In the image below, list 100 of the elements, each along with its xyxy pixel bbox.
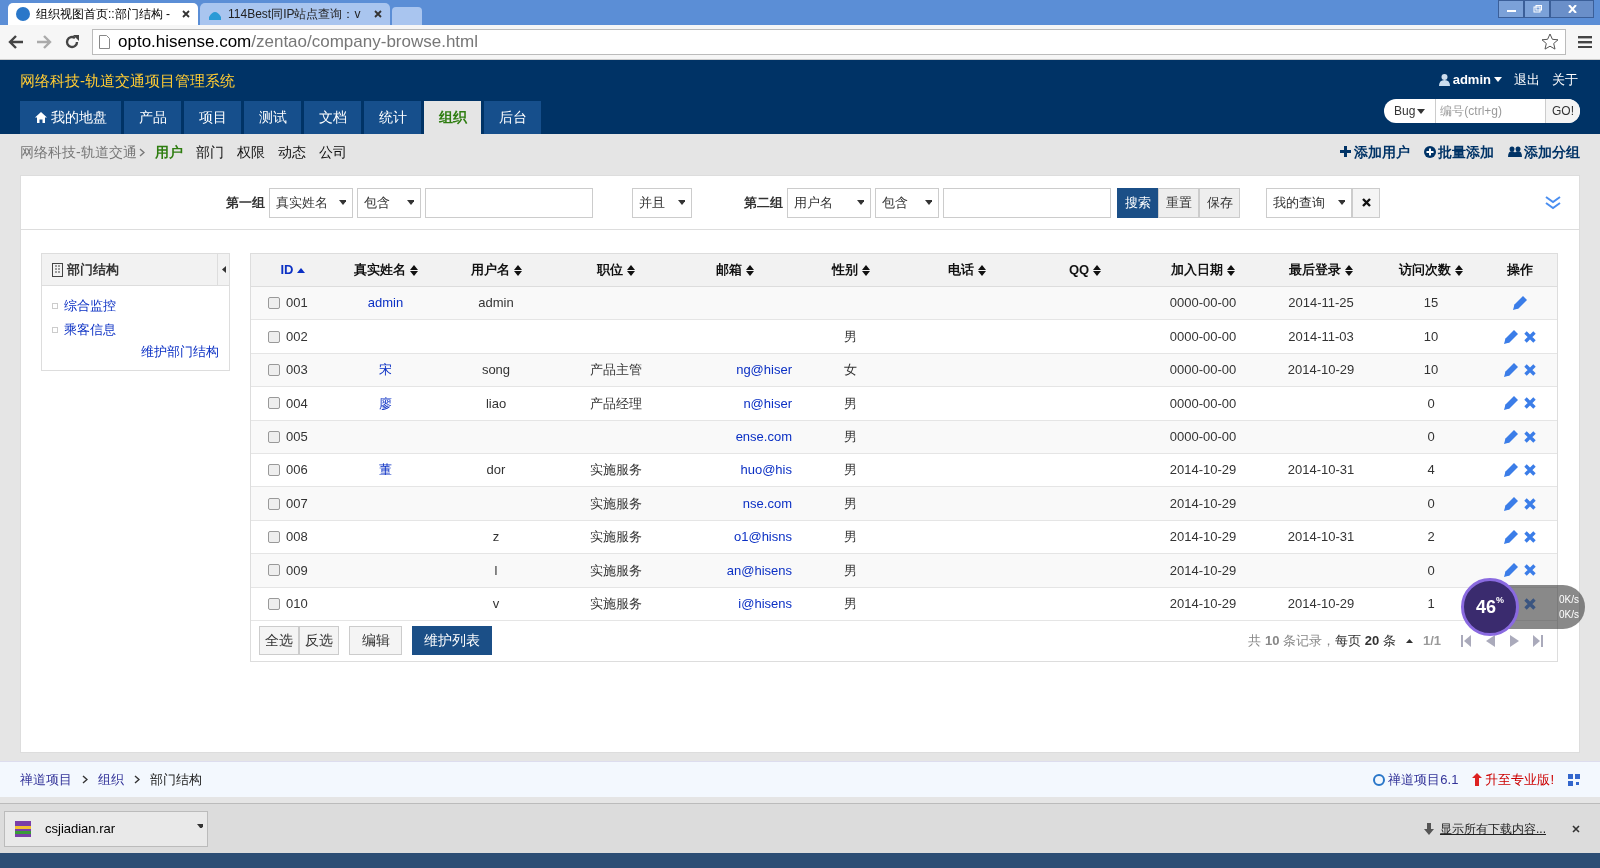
table-button[interactable]: 维护列表 (412, 626, 492, 656)
subnav-link[interactable]: 用户 (154, 141, 183, 163)
name-link[interactable]: admin (367, 295, 404, 311)
column-header[interactable]: 访问次数 (1399, 260, 1463, 280)
header-link[interactable]: 退出 (1514, 70, 1540, 90)
column-header: 操作 (1506, 261, 1533, 280)
nav-tab[interactable]: 项目 (184, 101, 241, 134)
column-header[interactable]: QQ (1068, 260, 1102, 280)
clear-button[interactable] (1352, 187, 1380, 218)
upgrade-link[interactable]: 升至专业版! (1472, 769, 1554, 790)
email-link[interactable]: an@hisens (726, 562, 794, 578)
browser-tab[interactable]: 114Best同IP站点查询：v (200, 3, 390, 25)
email-link[interactable]: ng@hiser (736, 362, 794, 378)
table-button[interactable]: 编辑 (349, 626, 402, 656)
nav-tab[interactable]: 我的地盘 (20, 101, 121, 134)
action-link[interactable]: 添加用户 (1340, 141, 1410, 163)
breadcrumb-root: 网络科技-轨道交通 (20, 142, 137, 162)
subnav-link[interactable]: 动态 (277, 141, 306, 163)
filter-button[interactable]: 保存 (1199, 187, 1240, 218)
column-header[interactable]: 用户名 (470, 260, 522, 280)
column-header[interactable]: ID (280, 260, 305, 280)
table-button[interactable]: 全选 (259, 626, 299, 656)
download-item[interactable]: csjiadian.rar (4, 810, 208, 847)
subnav-link[interactable]: 部门 (195, 141, 224, 163)
restore-button[interactable] (1524, 0, 1550, 18)
checkbox[interactable] (268, 497, 280, 510)
email-link[interactable]: n@hiser (743, 395, 794, 411)
select-field[interactable]: 包含 (357, 187, 421, 218)
column-header[interactable]: 邮箱 (716, 260, 754, 280)
select-field[interactable]: 我的查询 (1266, 187, 1352, 218)
header-link[interactable]: 关于 (1552, 70, 1578, 90)
select-field[interactable]: 真实姓名 (269, 187, 353, 218)
table-cell: v (492, 595, 500, 611)
reload-icon (64, 34, 80, 50)
email-link[interactable]: o1@hisns (734, 529, 794, 545)
checkbox[interactable] (268, 430, 280, 443)
column-header[interactable]: 性别 (831, 260, 870, 280)
email-link[interactable]: huo@his (740, 462, 794, 478)
name-link[interactable]: 廖 (379, 395, 392, 411)
search-button[interactable]: 搜索 (1117, 187, 1158, 218)
close-icon (1567, 5, 1577, 13)
filter-button[interactable]: 重置 (1158, 187, 1199, 218)
close-icon (1361, 198, 1371, 207)
minimize-button[interactable] (1498, 0, 1524, 18)
chevron-icon (138, 147, 145, 157)
close-button[interactable] (1550, 0, 1594, 18)
column-header[interactable]: 真实姓名 (353, 260, 418, 280)
action-link[interactable]: 添加分组 (1508, 141, 1580, 163)
maintain-link[interactable]: 维护部门结构 (141, 344, 219, 359)
go-button[interactable]: GO! (1545, 99, 1580, 123)
show-all-downloads-link[interactable]: 显示所有下载内容... (1424, 819, 1546, 838)
table-button[interactable]: 反选 (299, 626, 339, 656)
breadcrumb-link[interactable]: 禅道项目 (20, 769, 72, 790)
table-cell: 女 (844, 362, 857, 378)
checkbox[interactable] (268, 330, 280, 343)
checkbox[interactable] (268, 464, 280, 477)
column-header[interactable]: 加入日期 (1171, 260, 1235, 280)
nav-tab[interactable]: 产品 (124, 101, 181, 134)
column-header[interactable]: 电话 (947, 260, 986, 280)
sort-icon (1093, 264, 1102, 276)
checkbox[interactable] (268, 363, 280, 376)
nav-tab[interactable]: 测试 (244, 101, 301, 134)
nav-tab[interactable]: 组织 (424, 101, 481, 134)
browser-tab[interactable]: 组织视图首页::部门结构 - (8, 3, 198, 25)
search-type-dropdown[interactable]: Bug (1384, 99, 1437, 123)
search-box[interactable]: Bug 编号(ctrl+g) GO! (1384, 99, 1580, 123)
version-link[interactable]: 禅道项目6.1 (1373, 769, 1459, 790)
column-header[interactable]: 职位 (596, 260, 635, 280)
table-cell: 2014-10-29 (1169, 462, 1237, 478)
name-link[interactable]: 宋 (379, 362, 392, 378)
checkbox[interactable] (268, 597, 280, 610)
next-icon (1509, 634, 1519, 647)
checkbox[interactable] (268, 397, 280, 410)
nav-tab[interactable]: 统计 (364, 101, 421, 134)
checkbox[interactable] (268, 530, 280, 543)
user-menu[interactable]: admin (1438, 70, 1502, 90)
email-link[interactable]: ense.com (735, 429, 794, 444)
collapse-button[interactable] (217, 254, 229, 285)
select-field[interactable]: 并且 (632, 187, 692, 218)
text-input[interactable] (425, 187, 593, 218)
action-link[interactable]: 批量添加 (1424, 141, 1494, 163)
subnav-link[interactable]: 公司 (318, 141, 347, 163)
select-field[interactable]: 用户名 (787, 187, 871, 218)
subnav-link[interactable]: 权限 (236, 141, 265, 163)
breadcrumb-link[interactable]: 组织 (98, 769, 124, 790)
email-link[interactable]: nse.com (742, 495, 794, 511)
select-field[interactable]: 包含 (875, 187, 939, 218)
checkbox[interactable] (268, 564, 280, 577)
name-link[interactable]: 董 (379, 462, 392, 478)
text-input[interactable] (943, 187, 1111, 218)
nav-tab[interactable]: 后台 (484, 101, 541, 134)
checkbox[interactable] (268, 297, 280, 310)
table-cell: 0 (1427, 395, 1435, 411)
email-link[interactable]: i@hisens (738, 595, 794, 611)
column-header[interactable]: 最后登录 (1289, 260, 1353, 280)
nav-tab[interactable]: 文档 (304, 101, 361, 134)
sort-icon (1227, 264, 1235, 276)
address-field[interactable]: opto.hisense.com/zentao/company-browse.html (92, 29, 1566, 55)
tree-item[interactable]: 乘客信息 (64, 320, 116, 340)
tree-item[interactable]: 综合监控 (64, 296, 116, 316)
